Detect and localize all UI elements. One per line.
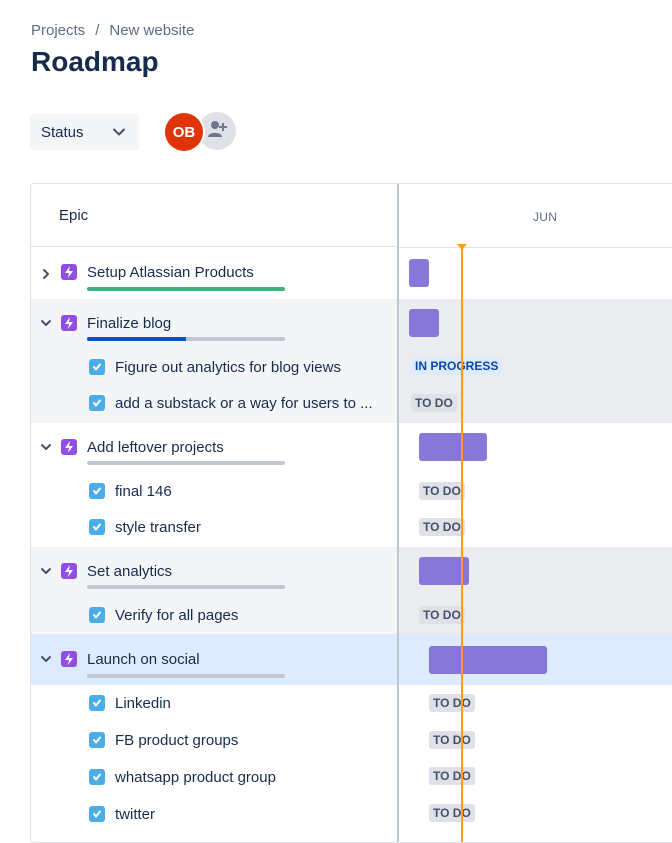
epic-timeline-bar[interactable] [409, 309, 439, 337]
epic-icon [61, 264, 77, 280]
epic-timeline-bar[interactable] [429, 646, 547, 674]
chevron-down-icon[interactable] [39, 564, 53, 578]
task-label[interactable]: style transfer [115, 519, 201, 536]
checkbox-icon[interactable] [89, 806, 105, 822]
column-divider[interactable] [397, 184, 399, 842]
task-label[interactable]: whatsapp product group [115, 769, 276, 786]
page-title: Roadmap [31, 46, 159, 77]
status-lozenge: TO DO [429, 731, 475, 749]
task-label[interactable]: final 146 [115, 483, 172, 500]
epic-column-header: Epic [31, 184, 398, 247]
status-lozenge: IN PROGRESS [411, 357, 503, 375]
status-lozenge: TO DO [429, 804, 475, 822]
add-person-icon [206, 118, 228, 145]
epic-children: Linkedin FB product groups whatsapp prod… [31, 685, 672, 842]
status-lozenge: TO DO [419, 482, 465, 500]
breadcrumb: Projects / New website [31, 22, 194, 39]
today-line [461, 247, 463, 842]
epic-icon [61, 563, 77, 579]
epic-group: Add leftover projects final 146 style tr… [31, 423, 672, 547]
checkbox-icon[interactable] [89, 483, 105, 499]
epic-timeline-bar[interactable] [419, 433, 487, 461]
status-lozenge: TO DO [429, 694, 475, 712]
epic-icon [61, 439, 77, 455]
status-filter-label: Status [41, 123, 84, 141]
epic-row[interactable]: Setup Atlassian Products [31, 248, 672, 299]
chevron-down-icon [111, 124, 127, 144]
epic-timeline-bar[interactable] [409, 259, 429, 287]
epic-label[interactable]: Add leftover projects [87, 439, 224, 456]
add-people-button[interactable] [198, 112, 236, 150]
status-lozenge: TO DO [429, 767, 475, 785]
breadcrumb-projects-link[interactable]: Projects [31, 22, 85, 39]
month-label: JUN [533, 210, 558, 224]
checkbox-icon[interactable] [89, 695, 105, 711]
epic-label[interactable]: Launch on social [87, 651, 200, 668]
status-lozenge: TO DO [411, 394, 457, 412]
epic-progress-bar [87, 585, 285, 589]
checkbox-icon[interactable] [89, 359, 105, 375]
epic-icon [61, 651, 77, 667]
epic-icon [61, 315, 77, 331]
status-lozenge: TO DO [419, 606, 465, 624]
timeline-header: JUN [399, 184, 672, 248]
epic-group: Finalize blog Figure out analytics for b… [31, 299, 672, 423]
epic-progress-fill [87, 287, 285, 291]
checkbox-icon[interactable] [89, 607, 105, 623]
epic-progress-bar [87, 337, 285, 341]
status-filter-button[interactable]: Status [30, 114, 139, 150]
epic-progress-bar [87, 461, 285, 465]
checkbox-icon[interactable] [89, 395, 105, 411]
breadcrumb-project-link[interactable]: New website [109, 22, 194, 39]
breadcrumb-separator: / [95, 22, 100, 39]
task-label[interactable]: Figure out analytics for blog views [115, 359, 341, 376]
epic-label[interactable]: Set analytics [87, 563, 172, 580]
epic-progress-bar [87, 287, 285, 291]
epic-progress-fill [87, 337, 186, 341]
status-lozenge: TO DO [419, 518, 465, 536]
checkbox-icon[interactable] [89, 519, 105, 535]
today-marker [457, 244, 467, 250]
chevron-down-icon[interactable] [39, 316, 53, 330]
epic-group: Set analytics Verify for all pages TO DO [31, 547, 672, 634]
checkbox-icon[interactable] [89, 732, 105, 748]
chevron-right-icon[interactable] [39, 267, 53, 281]
task-label[interactable]: Linkedin [115, 695, 171, 712]
task-label[interactable]: FB product groups [115, 732, 238, 749]
task-label[interactable]: twitter [115, 806, 155, 823]
epic-progress-bar [87, 674, 285, 678]
epic-label: Setup Atlassian Products [87, 264, 254, 281]
task-label[interactable]: Verify for all pages [115, 607, 238, 624]
epic-row-selected[interactable]: Launch on social [31, 634, 672, 685]
checkbox-icon[interactable] [89, 769, 105, 785]
chevron-down-icon[interactable] [39, 652, 53, 666]
chevron-down-icon[interactable] [39, 440, 53, 454]
roadmap-grid: Epic JUN Setup Atlassian Products Finali… [30, 183, 672, 843]
avatar[interactable]: OB [165, 113, 203, 151]
epic-label[interactable]: Finalize blog [87, 315, 171, 332]
task-label[interactable]: add a substack or a way for users to ... [115, 395, 373, 412]
